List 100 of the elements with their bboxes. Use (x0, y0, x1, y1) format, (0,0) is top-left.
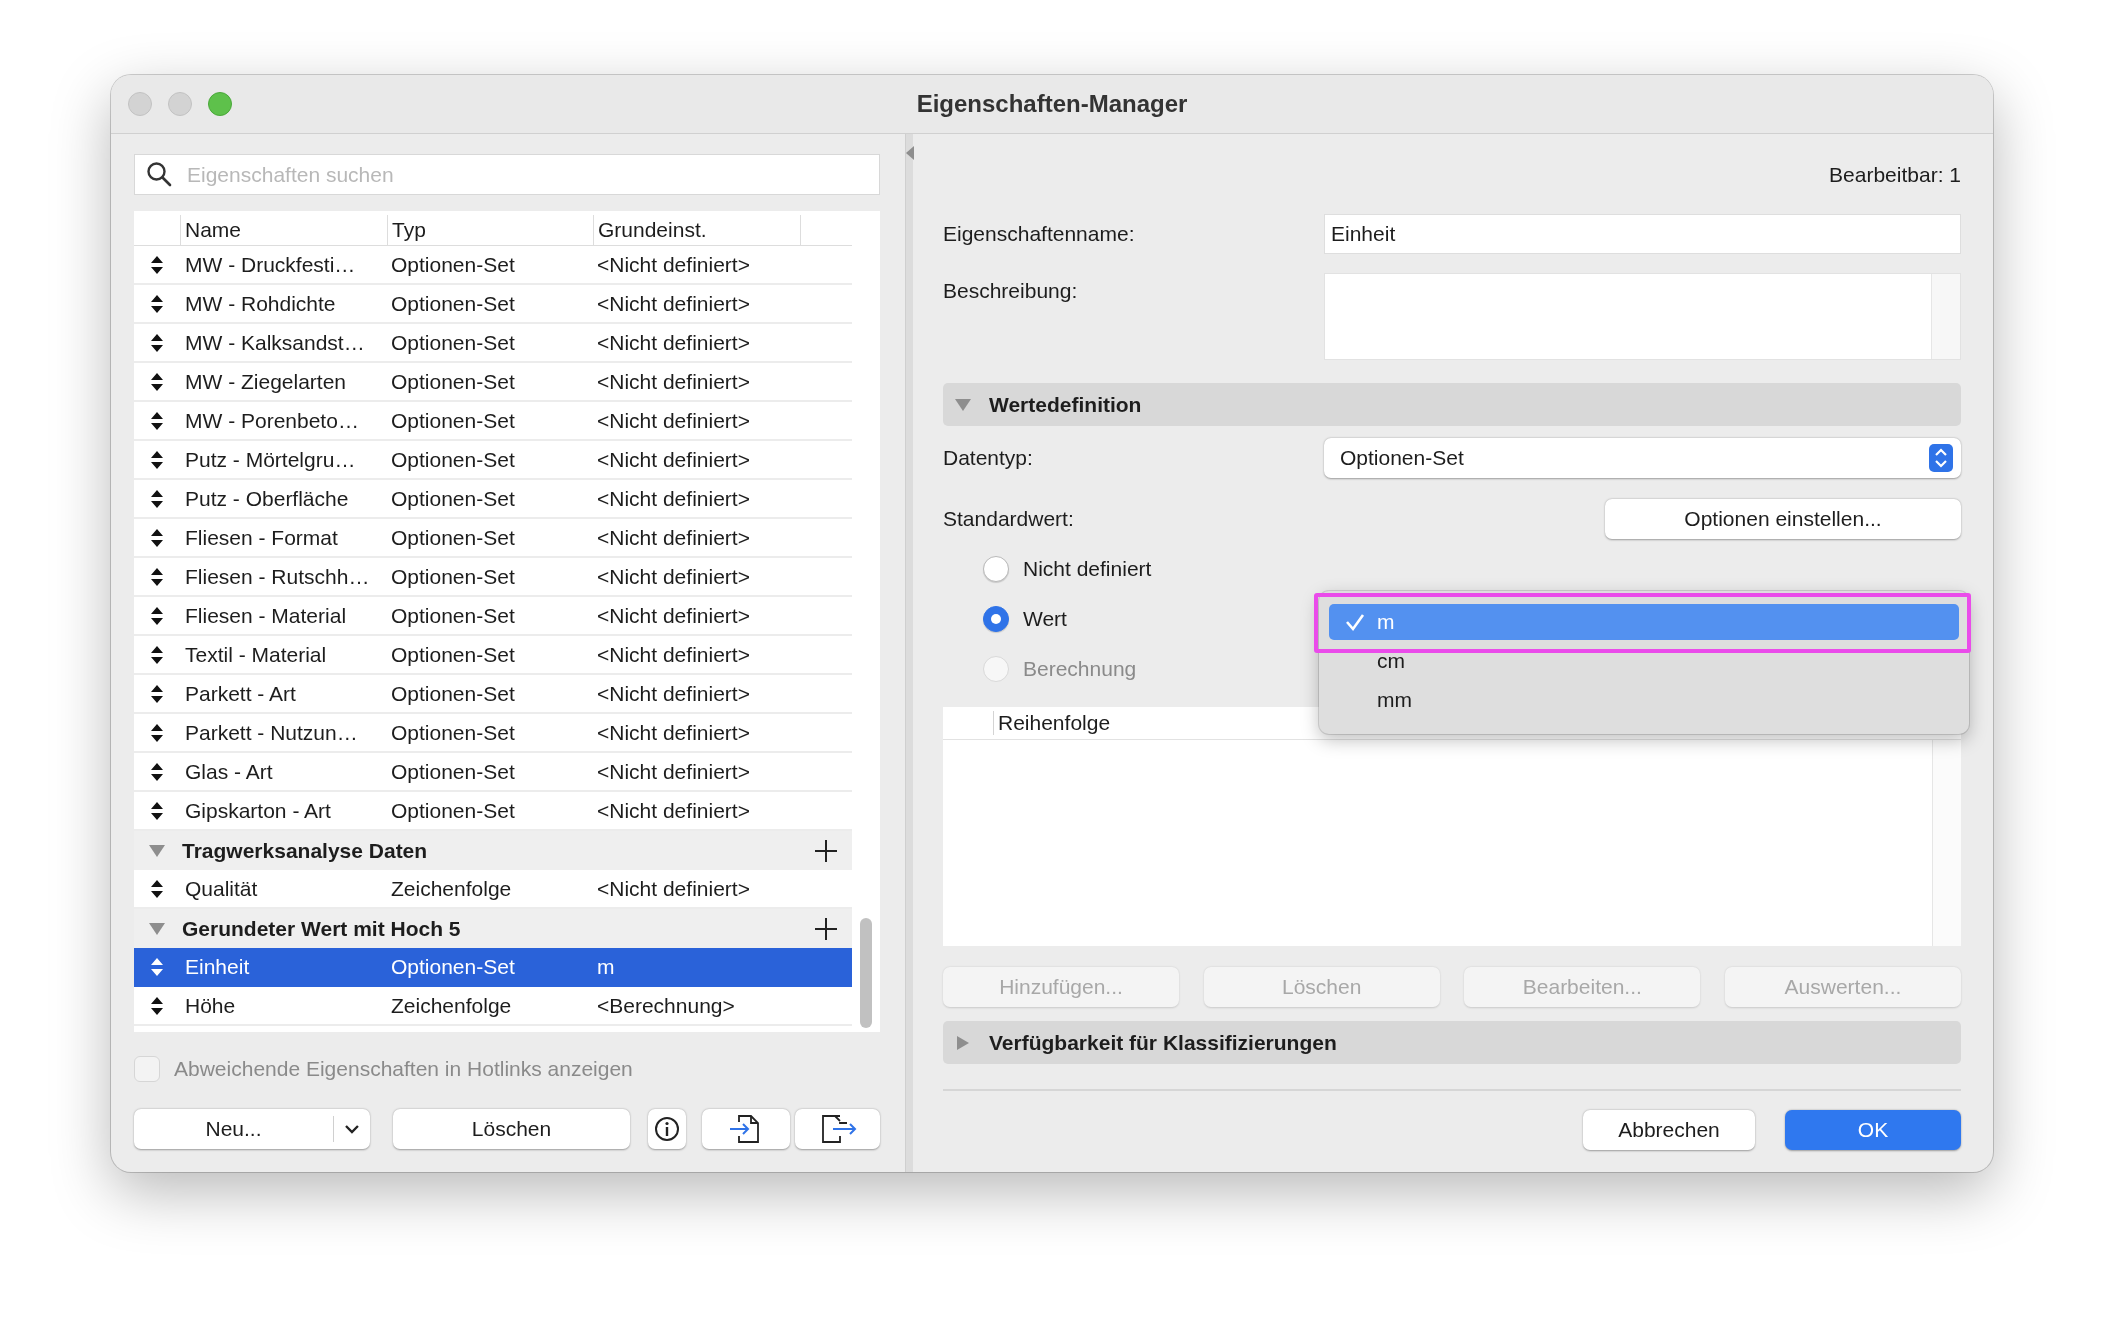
table-cell-text: Einheit (184, 954, 251, 979)
group-title: Gerundeter Wert mit Hoch 5 (182, 916, 461, 941)
reorder-handle-icon[interactable] (151, 645, 163, 664)
window-title: Eigenschaften-Manager (916, 90, 1188, 118)
table-cell-text: Qualität (184, 876, 259, 901)
table-cell-text: Fliesen - Rutschh… (184, 564, 371, 589)
table-cell-text: Optionen-Set (390, 486, 516, 511)
radio-button[interactable] (983, 556, 1009, 582)
search-field[interactable]: Eigenschaften suchen (134, 154, 880, 195)
field-label: Datentyp: (943, 446, 1034, 470)
table-cell-text: Optionen-Set (390, 720, 516, 745)
field-label: Beschreibung: (943, 279, 1079, 303)
radio-label: Wert (1023, 607, 1067, 631)
table-cell-text: Optionen-Set (390, 447, 516, 472)
table-cell-text: Optionen-Set (390, 759, 516, 784)
disclosure-triangle-icon (955, 397, 971, 412)
reorder-handle-icon[interactable] (151, 528, 163, 547)
table-cell-text: <Nicht definiert> (596, 525, 751, 550)
radio-button[interactable] (983, 606, 1009, 632)
table-cell-text: <Nicht definiert> (596, 252, 751, 277)
table-cell-text: Textil - Material (184, 642, 328, 667)
reorder-handle-icon[interactable] (151, 411, 163, 430)
table-cell-text: Gipskarton - Art (184, 798, 332, 823)
table-cell-text: <Nicht definiert> (596, 720, 751, 745)
reorder-handle-icon[interactable] (151, 762, 163, 781)
table-cell-text: Optionen-Set (390, 798, 516, 823)
reorder-handle-icon[interactable] (151, 567, 163, 586)
table-cell-text: Optionen-Set (390, 408, 516, 433)
cancel-button[interactable]: Abbrechen (1583, 1110, 1755, 1150)
datatype-popup[interactable]: Optionen-Set (1324, 438, 1961, 478)
group-title: Tragwerksanalyse Daten (182, 838, 428, 863)
table-cell-text: <Berechnung> (596, 993, 736, 1018)
table-cell-text: Optionen-Set (390, 252, 516, 277)
section-header[interactable]: Verfügbarkeit für Klassifizierungen (943, 1021, 1961, 1064)
table-cell-text: <Nicht definiert> (596, 876, 751, 901)
chevron-down-icon[interactable] (344, 1124, 360, 1134)
reorder-handle-icon[interactable] (151, 450, 163, 469)
column-header[interactable]: Name (180, 215, 387, 245)
table-cell-text: Optionen-Set (390, 954, 516, 979)
info-button[interactable] (648, 1109, 686, 1149)
table-cell-text: Glas - Art (184, 759, 274, 784)
table-cell-text: Optionen-Set (390, 330, 516, 355)
reorder-handle-icon[interactable] (151, 294, 163, 313)
info-icon (654, 1116, 680, 1142)
table-cell-text: Optionen-Set (390, 291, 516, 316)
add-icon[interactable] (814, 916, 838, 941)
reorder-handle-icon[interactable] (151, 606, 163, 625)
reorder-handle-icon[interactable] (151, 684, 163, 703)
table-cell-text: Optionen-Set (390, 603, 516, 628)
table-cell-text: MW - Kalksandst… (184, 330, 366, 355)
group-header-row[interactable]: Gerundeter Wert mit Hoch 5 (134, 909, 852, 948)
reorder-handle-icon[interactable] (151, 333, 163, 352)
reorder-handle-icon[interactable] (151, 879, 163, 898)
table-cell-text: <Nicht definiert> (596, 642, 751, 667)
reorder-handle-icon[interactable] (151, 489, 163, 508)
group-header-row[interactable]: Tragwerksanalyse Daten (134, 831, 852, 870)
description-field[interactable] (1324, 273, 1961, 360)
name-field[interactable]: Einheit (1324, 214, 1961, 254)
table-cell-text: Zeichenfolge (390, 993, 513, 1018)
reorder-handle-icon[interactable] (151, 957, 163, 976)
table-cell-text: MW - Ziegelarten (184, 369, 348, 394)
column-header[interactable]: Grundeinst. (593, 215, 800, 245)
menu-item[interactable]: cm (1329, 643, 1959, 679)
table-cell-text: MW - Porenbeto… (184, 408, 360, 433)
add-icon[interactable] (814, 838, 838, 863)
section-header[interactable]: Wertedefinition (943, 383, 1961, 426)
reorder-handle-icon[interactable] (151, 996, 163, 1015)
reorder-handle-icon[interactable] (151, 255, 163, 274)
radio-label: Nicht definiert (1023, 557, 1152, 581)
set-options-button[interactable]: Optionen einstellen... (1605, 499, 1961, 539)
new-split-button[interactable]: Neu... (134, 1109, 370, 1149)
table-cell-text: Fliesen - Format (184, 525, 339, 550)
table-cell-text: <Nicht definiert> (596, 291, 751, 316)
reorder-handle-icon[interactable] (151, 723, 163, 742)
property-row[interactable]: Einheit Optionen-Set m (134, 948, 852, 987)
menu-item[interactable]: mm (1329, 682, 1959, 718)
table-cell-text: MW - Rohdichte (184, 291, 337, 316)
table-cell-text: <Nicht definiert> (596, 369, 751, 394)
table-cell-text: m (596, 954, 616, 979)
table-cell-text: <Nicht definiert> (596, 564, 751, 589)
table-cell-text: <Nicht definiert> (596, 330, 751, 355)
reorder-handle-icon[interactable] (151, 372, 163, 391)
checkmark-icon (1345, 612, 1365, 632)
scrollbar-thumb[interactable] (860, 918, 872, 1028)
export-button[interactable] (795, 1109, 880, 1149)
disclosure-triangle-icon[interactable] (149, 921, 165, 936)
field-label: Eigenschaftenname: (943, 222, 1136, 246)
table-cell-text: <Nicht definiert> (596, 447, 751, 472)
table-cell-text: <Nicht definiert> (596, 681, 751, 706)
table-cell-text: <Nicht definiert> (596, 486, 751, 511)
import-button[interactable] (702, 1109, 790, 1149)
column-header[interactable]: Reihenfolge (994, 711, 1111, 735)
column-header[interactable]: Typ (387, 215, 593, 245)
ok-button[interactable]: OK (1785, 1110, 1961, 1150)
reorder-handle-icon[interactable] (151, 801, 163, 820)
delete-button[interactable]: Löschen (393, 1109, 630, 1149)
disclosure-triangle-icon[interactable] (149, 843, 165, 858)
table-cell-text: Parkett - Nutzun… (184, 720, 359, 745)
radio-label: Berechnung (1023, 657, 1137, 681)
table-cell-text: Optionen-Set (390, 564, 516, 589)
